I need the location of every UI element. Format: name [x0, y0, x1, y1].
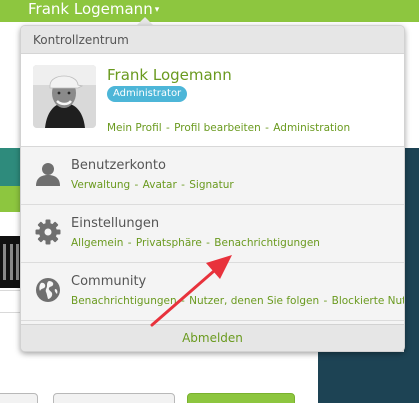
- dropdown-header: Kontrollzentrum: [21, 26, 404, 54]
- avatar[interactable]: [33, 65, 96, 128]
- page-background: [0, 22, 20, 148]
- page-background-strip: [0, 186, 20, 212]
- link-separator: -: [127, 237, 132, 249]
- globe-icon: [35, 277, 61, 303]
- section-title[interactable]: Benutzerkonto: [71, 158, 166, 173]
- link-separator: -: [265, 122, 269, 134]
- link-administration[interactable]: Administration: [273, 122, 350, 134]
- link-separator: -: [134, 179, 139, 191]
- page-button[interactable]: [187, 393, 295, 403]
- dropdown-caret: [137, 17, 153, 25]
- link-separator: -: [180, 295, 185, 307]
- chevron-down-icon: ▾: [154, 5, 160, 15]
- link-notifications-settings[interactable]: Benachrichtigungen: [214, 237, 320, 249]
- page-button[interactable]: [0, 393, 38, 403]
- link-general[interactable]: Allgemein: [71, 237, 123, 249]
- link-signature[interactable]: Signatur: [189, 179, 233, 191]
- section-links: Benachrichtigungen - Nutzer, denen Sie f…: [71, 295, 404, 307]
- link-privacy[interactable]: Privatsphäre: [136, 237, 202, 249]
- gear-icon: [35, 219, 61, 245]
- link-my-profile[interactable]: Mein Profil: [107, 122, 162, 134]
- control-center-dropdown: Kontrollzentrum Frank Logemann Administr…: [20, 25, 405, 352]
- user-name: Frank Logemann: [28, 0, 153, 18]
- role-badge: Administrator: [107, 86, 188, 102]
- page-background-sidebar: [318, 352, 419, 403]
- link-notifications[interactable]: Benachrichtigungen: [71, 295, 177, 307]
- top-navigation-bar: Frank Logemann ▾: [0, 0, 419, 22]
- logout-button[interactable]: Abmelden: [21, 324, 404, 351]
- section-settings: Einstellungen Allgemein - Privatsphäre -…: [21, 205, 404, 263]
- link-separator: -: [165, 122, 170, 134]
- section-title[interactable]: Einstellungen: [71, 216, 159, 231]
- section-account: Benutzerkonto Verwaltung - Avatar - Sign…: [21, 147, 404, 205]
- profile-card: Frank Logemann Administrator Mein Profil…: [21, 54, 404, 147]
- page-button[interactable]: [53, 393, 175, 403]
- link-separator: -: [206, 237, 210, 249]
- link-separator: -: [323, 295, 328, 307]
- section-links: Verwaltung - Avatar - Signatur: [71, 179, 234, 191]
- divider: [0, 290, 20, 291]
- section-links: Allgemein - Privatsphäre - Benachrichtig…: [71, 237, 320, 249]
- link-avatar[interactable]: Avatar: [143, 179, 177, 191]
- divider: [0, 312, 20, 313]
- link-following[interactable]: Nutzer, denen Sie folgen: [189, 295, 319, 307]
- link-manage[interactable]: Verwaltung: [71, 179, 130, 191]
- profile-links: Mein Profil - Profil bearbeiten - Admini…: [107, 122, 350, 134]
- section-community: Community Benachrichtigungen - Nutzer, d…: [21, 263, 404, 321]
- page-background-thumbnail: [0, 236, 20, 288]
- link-blocked-users[interactable]: Blockierte Nutzer: [332, 295, 404, 307]
- profile-name[interactable]: Frank Logemann: [107, 66, 232, 84]
- page-background: [404, 22, 419, 148]
- user-icon: [35, 161, 61, 187]
- link-edit-profile[interactable]: Profil bearbeiten: [174, 122, 261, 134]
- link-separator: -: [181, 179, 185, 191]
- section-title[interactable]: Community: [71, 274, 146, 289]
- page-background-banner: [0, 148, 20, 186]
